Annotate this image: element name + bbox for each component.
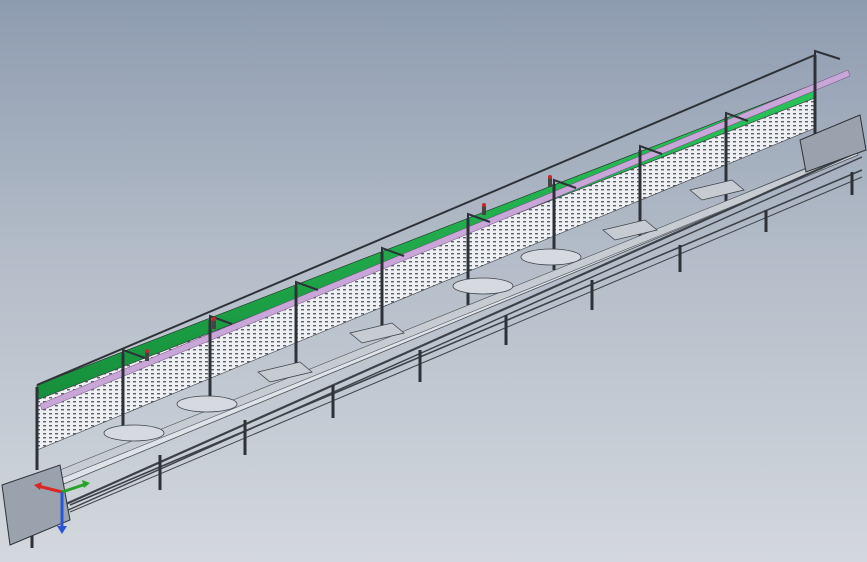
cad-viewport[interactable] [0, 0, 867, 562]
work-conveyor-inner [59, 162, 823, 479]
return-conveyor-rails [29, 148, 863, 528]
top-light-rail [39, 69, 851, 411]
coordinate-axes-triad-icon [34, 480, 90, 534]
workstation-grill-panels [36, 97, 816, 451]
conveyor-assembly-model[interactable] [0, 0, 867, 562]
fixture-plates [103, 179, 745, 442]
green-panel-strip [36, 83, 816, 401]
